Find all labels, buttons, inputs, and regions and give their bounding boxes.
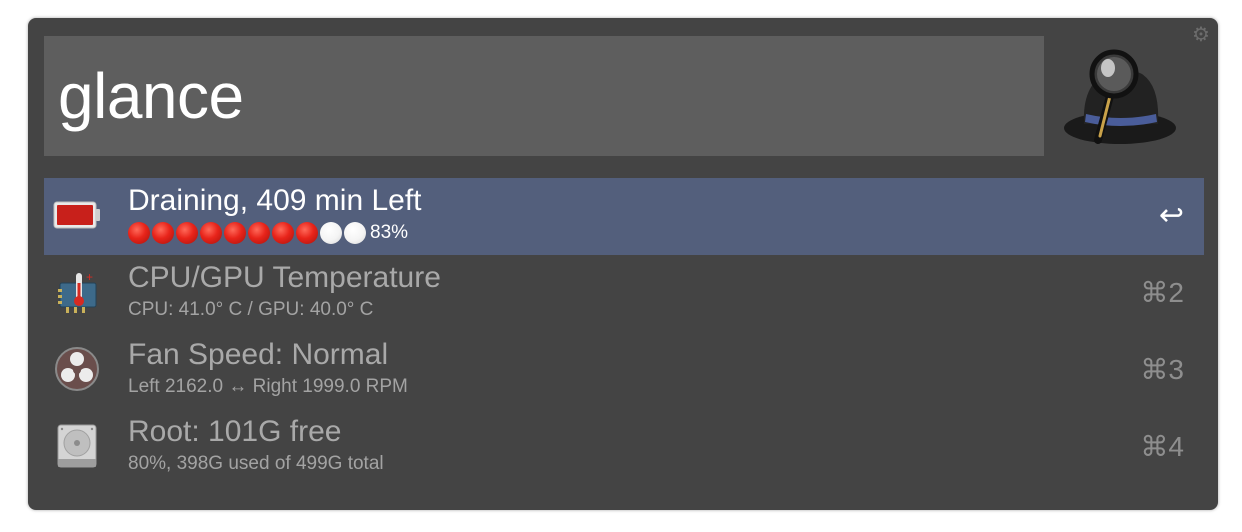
result-subtitle: 83% [128, 222, 408, 244]
result-subtitle: 80%, 398G used of 499G total [128, 453, 384, 474]
battery-dot-filled [272, 222, 294, 244]
thermometer-icon: + [58, 270, 97, 313]
battery-percent: 83% [370, 222, 409, 243]
battery-level-dots [128, 222, 366, 244]
battery-dot-filled [152, 222, 174, 244]
result-title: Draining, 409 min Left [128, 184, 422, 217]
shortcut-label: ⌘2 [1140, 277, 1184, 308]
battery-dot-filled [200, 222, 222, 244]
result-battery[interactable]: Draining, 409 min Left 83% ↩ [44, 178, 1204, 255]
battery-dot-filled [224, 222, 246, 244]
result-title: CPU/GPU Temperature [128, 261, 441, 294]
svg-text:+: + [86, 270, 93, 284]
result-title: Fan Speed: Normal [128, 338, 389, 371]
result-temperature[interactable]: + CPU/GPU Temperature CPU: 41.0° C / GPU… [44, 255, 1204, 332]
battery-dot-empty [320, 222, 342, 244]
shortcut-label: ⌘4 [1140, 431, 1184, 462]
results-list: Draining, 409 min Left 83% ↩ + CPU/GPU T… [44, 178, 1204, 486]
hard-drive-icon [57, 424, 97, 468]
launcher-window: ⚙ glance Draining, 409 min Left 83% ↩ + … [28, 18, 1218, 510]
alfred-hat-icon [1064, 49, 1176, 144]
battery-dot-empty [344, 222, 366, 244]
shortcut-label: ⌘3 [1140, 354, 1184, 385]
result-disk[interactable]: Root: 101G free 80%, 398G used of 499G t… [44, 409, 1204, 486]
search-input[interactable]: glance [44, 36, 1044, 156]
gear-icon[interactable]: ⚙ [1190, 24, 1212, 46]
result-title: Root: 101G free [128, 415, 342, 448]
battery-dot-filled [128, 222, 150, 244]
result-fan-speed[interactable]: Fan Speed: Normal Left 2162.0 ↔ Right 19… [44, 332, 1204, 409]
result-subtitle: Left 2162.0 ↔ Right 1999.0 RPM [128, 376, 408, 397]
battery-icon [53, 201, 100, 229]
search-query[interactable]: glance [58, 58, 244, 134]
battery-dot-filled [248, 222, 270, 244]
return-key-icon: ↩ [1158, 199, 1184, 232]
battery-dot-filled [176, 222, 198, 244]
fan-icon [55, 347, 99, 391]
battery-dot-filled [296, 222, 318, 244]
result-subtitle: CPU: 41.0° C / GPU: 40.0° C [128, 299, 374, 320]
